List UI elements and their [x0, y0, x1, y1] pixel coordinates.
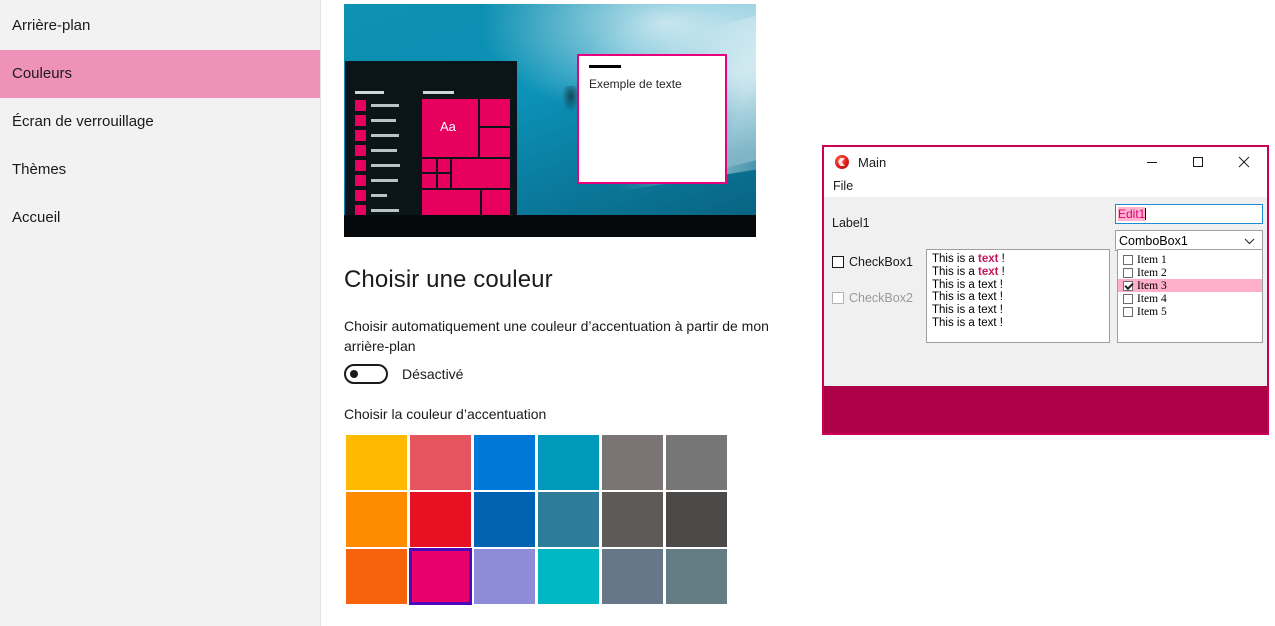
color-swatch[interactable] [409, 435, 471, 490]
color-swatch[interactable] [409, 492, 471, 547]
list-item-checkbox[interactable] [1123, 293, 1133, 304]
label1: Label1 [832, 216, 870, 230]
accent-section-label: Choisir la couleur d’accentuation [344, 406, 547, 422]
edit1-input[interactable]: Edit1 [1115, 204, 1263, 224]
memo-line: This is a text ! [932, 304, 1003, 317]
memo-line: This is a text ! [932, 265, 1005, 278]
memo-line: This is a text ! [932, 316, 1003, 329]
list-item-label: Item 1 [1137, 253, 1167, 266]
list-item-checkbox[interactable] [1123, 306, 1133, 317]
memo1-textarea[interactable]: This is a text ! This is a text ! This i… [926, 249, 1110, 343]
sidebar-item-label: Arrière-plan [12, 17, 91, 34]
toggle-knob [350, 370, 358, 378]
sidebar-item-home[interactable]: Accueil [0, 194, 320, 242]
screen-root: Arrière-plan Couleurs Écran de verrouill… [0, 0, 1275, 626]
color-swatch[interactable] [473, 549, 535, 604]
sidebar-item-label: Couleurs [12, 65, 73, 82]
list-item[interactable]: Item 4 [1118, 292, 1262, 305]
toggle-state-label: Désactivé [402, 366, 464, 382]
color-swatch[interactable] [473, 435, 535, 490]
menu-item-file[interactable]: File [833, 179, 853, 193]
minimize-icon[interactable] [1129, 147, 1175, 177]
sidebar-item-label: Thèmes [12, 161, 67, 178]
accent-color-grid [344, 434, 728, 605]
list-item-checkbox[interactable] [1123, 254, 1133, 265]
preview-taskbar [344, 215, 756, 237]
color-swatch[interactable] [345, 549, 407, 604]
color-swatch[interactable] [601, 549, 663, 604]
auto-accent-toggle[interactable] [344, 364, 388, 384]
maximize-icon[interactable] [1175, 147, 1221, 177]
sidebar-nav-list: Arrière-plan Couleurs Écran de verrouill… [0, 0, 320, 242]
list-item-label: Item 5 [1137, 305, 1167, 318]
color-swatch[interactable] [665, 492, 727, 547]
checkbox2-row: CheckBox2 [832, 291, 913, 305]
window-menubar[interactable]: File [824, 177, 1267, 197]
list-item-checkbox[interactable] [1123, 267, 1133, 278]
chevron-down-icon [1244, 234, 1255, 248]
checkbox1-box[interactable] [832, 256, 844, 268]
sample-card-accent-bar [589, 65, 621, 68]
color-swatch[interactable] [537, 492, 599, 547]
sidebar-item-background[interactable]: Arrière-plan [0, 2, 320, 50]
memo-line: This is a text ! [932, 278, 1003, 291]
checkbox1-label: CheckBox1 [849, 255, 913, 269]
listbox1[interactable]: Item 1 Item 2 Item 3 Item 4 Item 5 [1117, 249, 1263, 343]
text-caret [1145, 208, 1147, 220]
color-swatch[interactable] [665, 549, 727, 604]
memo-line: This is a text ! [932, 253, 1005, 265]
page-title: Choisir une couleur [344, 266, 553, 293]
color-swatch[interactable] [537, 549, 599, 604]
color-swatch[interactable] [601, 435, 663, 490]
checkbox2-box [832, 292, 844, 304]
window-client-area: Label1 Edit1 ComboBox1 CheckBox1 CheckBo… [824, 197, 1267, 433]
desktop-preview: Aa Exemple de texte [344, 4, 756, 237]
auto-accent-toggle-row[interactable]: Désactivé [344, 364, 463, 384]
window-statusbar [824, 386, 1267, 433]
color-swatch[interactable] [665, 435, 727, 490]
close-icon[interactable] [1221, 147, 1267, 177]
sidebar-item-label: Accueil [12, 209, 61, 226]
color-swatch[interactable] [537, 435, 599, 490]
sidebar-item-colors[interactable]: Couleurs [0, 50, 320, 98]
preview-sample-text-card: Exemple de texte [577, 54, 727, 184]
start-menu-header-bar [355, 91, 384, 94]
window-titlebar[interactable]: Main [824, 147, 1267, 177]
memo-line: This is a text ! [932, 291, 1003, 304]
list-item[interactable]: Item 1 [1118, 253, 1262, 266]
list-item-selected[interactable]: Item 3 [1118, 279, 1262, 292]
sidebar-item-lockscreen[interactable]: Écran de verrouillage [0, 98, 320, 146]
window-title: Main [858, 154, 887, 170]
start-tile-aa-label: Aa [440, 119, 456, 134]
color-swatch[interactable] [345, 435, 407, 490]
sample-card-text: Exemple de texte [589, 77, 682, 91]
list-item-label: Item 2 [1137, 266, 1167, 279]
checkbox2-label: CheckBox2 [849, 291, 913, 305]
settings-sidebar: Arrière-plan Couleurs Écran de verrouill… [0, 0, 321, 626]
app-icon [835, 155, 849, 169]
preview-start-menu: Aa [345, 61, 517, 237]
list-item-checkbox[interactable] [1123, 280, 1133, 291]
color-swatch[interactable] [345, 492, 407, 547]
color-swatch-selected[interactable] [408, 548, 472, 605]
combobox1[interactable]: ComboBox1 [1115, 230, 1263, 251]
color-swatch[interactable] [601, 492, 663, 547]
auto-accent-description: Choisir automatiquement une couleur d’ac… [344, 318, 769, 354]
color-swatch[interactable] [473, 492, 535, 547]
sidebar-item-themes[interactable]: Thèmes [0, 146, 320, 194]
list-item[interactable]: Item 5 [1118, 305, 1262, 318]
window-controls [1129, 147, 1267, 177]
list-item[interactable]: Item 2 [1118, 266, 1262, 279]
main-application-window[interactable]: Main File Label1 Edit1 ComboBox1 CheckBo… [822, 145, 1269, 435]
list-item-label: Item 3 [1137, 279, 1167, 292]
edit1-selected-text: Edit1 [1118, 207, 1146, 221]
list-item-label: Item 4 [1137, 292, 1167, 305]
checkbox1-row[interactable]: CheckBox1 [832, 255, 913, 269]
combobox1-value: ComboBox1 [1119, 233, 1188, 248]
sidebar-item-label: Écran de verrouillage [12, 113, 154, 130]
start-menu-tiles-header-bar [423, 91, 454, 94]
